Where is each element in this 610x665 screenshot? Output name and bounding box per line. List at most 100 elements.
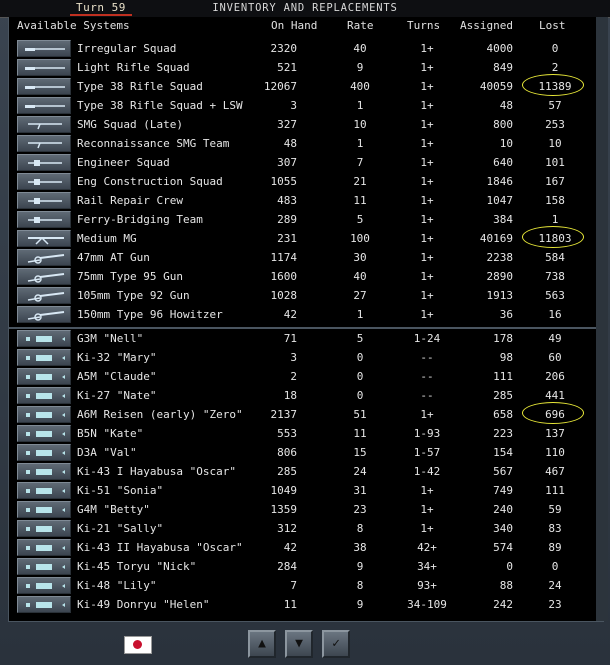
system-select-button[interactable]	[17, 368, 71, 385]
table-row[interactable]: Reconnaissance SMG Team 48 1 1+ 10 10	[9, 134, 603, 153]
lost-value: 0	[551, 42, 559, 55]
table-row[interactable]: Ki-27 "Nate" 18 0 -- 285 441	[9, 386, 603, 405]
table-row[interactable]: Rail Repair Crew 483 11 1+ 1047 158	[9, 191, 603, 210]
turns-value: 1+	[420, 175, 434, 188]
scroll-up-button[interactable]: ▲	[248, 630, 276, 658]
turns-value: 93+	[417, 579, 437, 592]
lost-value: 16	[548, 308, 562, 321]
table-row[interactable]: 105mm Type 92 Gun 1028 27 1+ 1913 563	[9, 286, 603, 305]
system-select-button[interactable]	[17, 558, 71, 575]
table-row[interactable]: 75mm Type 95 Gun 1600 40 1+ 2890 738	[9, 267, 603, 286]
system-select-button[interactable]	[17, 78, 71, 95]
system-select-button[interactable]	[17, 539, 71, 556]
table-row[interactable]: 150mm Type 96 Howitzer 42 1 1+ 36 16	[9, 305, 603, 324]
assigned-value: 88	[499, 579, 513, 592]
system-name: Ki-45 Toryu "Nick"	[77, 560, 197, 573]
table-row[interactable]: A6M Reisen (early) "Zero" 2137 51 1+ 658 696	[9, 402, 603, 424]
table-row[interactable]: Type 38 Rifle Squad 12067 400 1+ 40059 11389	[9, 74, 603, 96]
system-name: A6M Reisen (early) "Zero"	[77, 408, 243, 421]
table-row[interactable]: Ki-45 Toryu "Nick" 284 9 34+ 0 0	[9, 557, 603, 576]
table-row[interactable]: Engineer Squad 307 7 1+ 640 101	[9, 153, 603, 172]
rate-value: 1	[356, 99, 364, 112]
lost-value: 59	[548, 503, 562, 516]
system-select-button[interactable]	[17, 249, 71, 266]
system-select-button[interactable]	[17, 59, 71, 76]
rate-value: 0	[356, 370, 364, 383]
table-row[interactable]: Light Rifle Squad 521 9 1+ 849 2	[9, 58, 603, 77]
lost-value: 0	[551, 560, 559, 573]
turns-value: 1+	[420, 522, 434, 535]
system-select-button[interactable]	[17, 387, 71, 404]
lost-value: 23	[548, 598, 562, 611]
table-row[interactable]: Ki-48 "Lily" 7 8 93+ 88 24	[9, 576, 603, 595]
system-select-button[interactable]	[17, 596, 71, 613]
lost-value: 206	[545, 370, 565, 383]
on-hand-value: 48	[283, 137, 297, 150]
table-row[interactable]: Ki-43 II Hayabusa "Oscar" 42 38 42+ 574 89	[9, 538, 603, 557]
system-select-button[interactable]	[17, 520, 71, 537]
table-row[interactable]: 47mm AT Gun 1174 30 1+ 2238 584	[9, 248, 603, 267]
table-row[interactable]: A5M "Claude" 2 0 -- 111 206	[9, 367, 603, 386]
system-select-button[interactable]	[17, 501, 71, 518]
col-header-systems: Available Systems	[17, 19, 130, 32]
system-select-button[interactable]	[17, 97, 71, 114]
col-header-turns: Turns	[407, 19, 441, 32]
system-select-button[interactable]	[17, 268, 71, 285]
table-row[interactable]: Irregular Squad 2320 40 1+ 4000 0	[9, 39, 603, 58]
system-select-button[interactable]	[17, 211, 71, 228]
system-select-button[interactable]	[17, 577, 71, 594]
lost-value: 1	[551, 213, 559, 226]
system-select-button[interactable]	[17, 306, 71, 323]
rate-value: 8	[356, 522, 364, 535]
system-select-button[interactable]	[17, 287, 71, 304]
assigned-value: 223	[493, 427, 513, 440]
system-select-button[interactable]	[17, 154, 71, 171]
system-name: Ki-51 "Sonia"	[77, 484, 164, 497]
table-row[interactable]: Ki-32 "Mary" 3 0 -- 98 60	[9, 348, 603, 367]
on-hand-value: 7	[290, 579, 297, 592]
system-select-button[interactable]	[17, 349, 71, 366]
system-select-button[interactable]	[17, 230, 71, 247]
system-select-button[interactable]	[17, 425, 71, 442]
table-row[interactable]: G3M "Nell" 71 5 1-24 178 49	[9, 329, 603, 348]
system-select-button[interactable]	[17, 116, 71, 133]
scroll-down-button[interactable]: ▼	[285, 630, 313, 658]
system-select-button[interactable]	[17, 135, 71, 152]
assigned-value: 658	[493, 408, 513, 421]
system-select-button[interactable]	[17, 330, 71, 347]
rate-value: 0	[356, 351, 364, 364]
system-select-button[interactable]	[17, 192, 71, 209]
assigned-value: 640	[493, 156, 513, 169]
assigned-value: 1913	[486, 289, 514, 302]
table-row[interactable]: Medium MG 231 100 1+ 40169 11803	[9, 226, 603, 248]
table-row[interactable]: SMG Squad (Late) 327 10 1+ 800 253	[9, 115, 603, 134]
turns-value: 1+	[420, 42, 434, 55]
table-row[interactable]: Ferry-Bridging Team 289 5 1+ 384 1	[9, 210, 603, 229]
system-select-button[interactable]	[17, 40, 71, 57]
lost-value: 584	[545, 251, 565, 264]
table-row[interactable]: Ki-49 Donryu "Helen" 11 9 34-109 242 23	[9, 595, 603, 614]
table-row[interactable]: G4M "Betty" 1359 23 1+ 240 59	[9, 500, 603, 519]
assigned-value: 0	[506, 560, 513, 573]
system-select-button[interactable]	[17, 463, 71, 480]
table-row[interactable]: B5N "Kate" 553 11 1-93 223 137	[9, 424, 603, 443]
system-select-button[interactable]	[17, 173, 71, 190]
table-row[interactable]: Type 38 Rifle Squad + LSW 3 1 1+ 48 57	[9, 96, 603, 115]
on-hand-value: 284	[277, 560, 297, 573]
system-select-button[interactable]	[17, 406, 71, 423]
confirm-button[interactable]: ✓	[322, 630, 350, 658]
table-row[interactable]: Ki-51 "Sonia" 1049 31 1+ 749 111	[9, 481, 603, 500]
system-select-button[interactable]	[17, 444, 71, 461]
highlight-circle	[522, 226, 584, 248]
table-row[interactable]: Ki-43 I Hayabusa "Oscar" 285 24 1-42 567 467	[9, 462, 603, 481]
table-row[interactable]: D3A "Val" 806 15 1-57 154 110	[9, 443, 603, 462]
table-row[interactable]: Eng Construction Squad 1055 21 1+ 1846 167	[9, 172, 603, 191]
system-select-button[interactable]	[17, 482, 71, 499]
scrollbar[interactable]	[596, 17, 608, 621]
on-hand-value: 3	[290, 99, 297, 112]
turns-value: 1-93	[413, 427, 441, 440]
rate-value: 31	[353, 484, 367, 497]
assigned-value: 1047	[486, 194, 514, 207]
table-row[interactable]: Ki-21 "Sally" 312 8 1+ 340 83	[9, 519, 603, 538]
lost-value: 137	[545, 427, 565, 440]
